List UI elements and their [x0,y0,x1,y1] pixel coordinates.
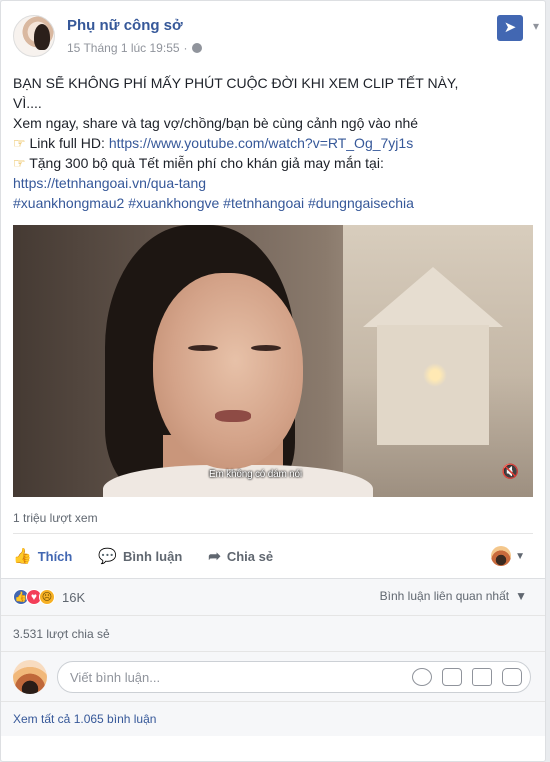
share-button[interactable]: ➦ Chia sẻ [208,547,273,565]
caret-down-icon: ▼ [515,589,527,603]
video-subject-face [153,273,303,469]
pointing-hand-icon: ☞ [13,155,26,171]
video-subtitle: Em không có dám nói [209,469,302,480]
like-label: Thích [37,548,73,564]
comment-tools [412,667,522,686]
comment-placeholder: Viết bình luận... [70,669,161,685]
post-header: Phụ nữ công sở 15 Tháng 1 lúc 19:55 · ➤ … [1,1,545,63]
chevron-down-icon[interactable]: ▾ [533,19,539,33]
post-line-5: ☞ Tặng 300 bộ quà Tết miễn phí cho khán … [13,153,533,173]
avatar [13,659,47,694]
view-count: 1 triệu lượt xem [13,511,98,525]
avatar [491,546,512,566]
link-full-hd-label: Link full HD: [29,135,109,151]
video-background-light [423,363,447,387]
pin-button[interactable]: ➤ [497,15,523,41]
share-label: Chia sẻ [226,548,274,564]
caret-down-icon: ▼ [515,550,525,562]
video-background-roof [363,267,503,327]
globe-icon [191,43,202,53]
emoji-icon[interactable] [412,667,432,686]
youtube-link[interactable]: https://www.youtube.com/watch?v=RT_Og_7y… [109,135,413,151]
comment-sort-label: Bình luận liên quan nhất [379,589,510,603]
pointing-hand-icon: ☞ [13,135,26,151]
comment-input[interactable]: Viết bình luận... [57,660,531,693]
post-line-4: ☞ Link full HD: https://www.youtube.com/… [13,133,533,153]
post-line-1: BẠN SẼ KHÔNG PHÍ MẤY PHÚT CUỘC ĐỜI KHI X… [13,75,459,91]
post-timestamp[interactable]: 15 Tháng 1 lúc 19:55 [67,41,180,55]
meta-separator: · [183,41,188,55]
comment-composer: Viết bình luận... [1,651,545,701]
video-subject-mouth [215,410,251,422]
sad-reaction-icon[interactable]: ☹ [39,589,55,605]
page-name-link[interactable]: Phụ nữ công sở [67,17,183,34]
post-card: Phụ nữ công sở 15 Tháng 1 lúc 19:55 · ➤ … [0,0,546,762]
post-meta: 15 Tháng 1 lúc 19:55 · [67,41,202,55]
feedback-section: 👍 ♥ ☹ 16K Bình luận liên quan nhất ▼ 3.5… [1,578,545,736]
gift-link[interactable]: https://tetnhangoai.vn/qua-tang [13,173,533,193]
post-line-2: VÌ.... [13,95,42,111]
video-subject-eye [188,345,218,351]
hashtags[interactable]: #xuankhongmau2 #xuankhongve #tetnhangoai… [13,193,533,213]
gif-icon[interactable] [472,667,492,686]
page-avatar[interactable] [13,15,55,57]
thumbs-up-icon: 👍 [13,548,32,565]
speech-bubble-icon: 💬 [98,548,118,565]
share-count[interactable]: 3.531 lượt chia sẻ [1,615,545,651]
post-body: BẠN SẼ KHÔNG PHÍ MẤY PHÚT CUỘC ĐỜI KHI X… [1,63,545,213]
comment-sort-dropdown[interactable]: Bình luận liên quan nhất ▼ [380,589,527,603]
comment-label: Bình luận [123,548,183,564]
video-player[interactable]: Em không có dám nói 🔇 [13,225,533,497]
mute-icon[interactable]: 🔇 [502,463,519,480]
post-line-3: Xem ngay, share và tag vợ/chồng/bạn bè c… [13,115,419,131]
video-subject-eye [251,345,281,351]
camera-icon[interactable] [442,667,462,686]
gift-text: Tặng 300 bộ quà Tết miễn phí cho khán gi… [29,155,384,171]
share-count-label: 3.531 lượt chia sẻ [13,626,110,641]
pin-icon: ➤ [503,19,517,36]
like-button[interactable]: 👍 Thích [13,547,72,565]
reaction-count[interactable]: 16K [62,590,85,605]
sticker-icon[interactable] [502,667,522,686]
action-bar: 👍 Thích 💬 Bình luận ➦ Chia sẻ ▼ [1,534,545,578]
share-arrow-icon: ➦ [208,548,221,565]
post-as-selector[interactable]: ▼ [491,546,525,566]
comment-button[interactable]: 💬 Bình luận [98,547,182,565]
reactions-row: 👍 ♥ ☹ 16K Bình luận liên quan nhất ▼ [1,579,545,615]
view-all-comments-link[interactable]: Xem tất cả 1.065 bình luận [1,701,545,736]
